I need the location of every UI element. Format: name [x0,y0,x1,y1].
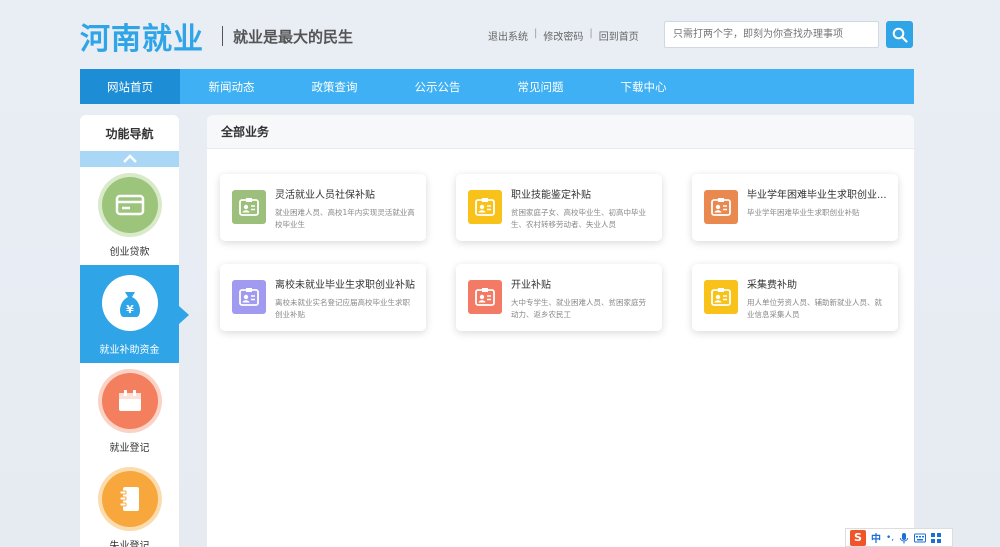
sidebar-title: 功能导航 [105,126,154,141]
chevron-up-icon [122,154,137,163]
service-card[interactable]: 灵活就业人员社保补贴 就业困难人员、高校1年内实现灵活就业高校毕业生 [220,174,426,241]
nav-announcements[interactable]: 公示公告 [386,69,489,104]
id-card-icon [232,190,266,224]
sidebar-item-employment-registration[interactable]: 就业登记 [80,363,179,461]
ime-toolbar[interactable]: S 中 •, [845,528,953,547]
main-title: 全部业务 [207,115,914,149]
card-description: 大中专学生、就业困难人员、贫困家庭劳动力、返乡农民工 [511,298,646,319]
main-navbar: 网站首页 新闻动态 政策查询 公示公告 常见问题 下载中心 [80,69,914,104]
sidebar-item-startup-loan[interactable]: 创业贷款 [80,167,179,265]
id-card-icon [468,190,502,224]
card-title: 离校未就业毕业生求职创业补贴 [275,280,415,291]
link-separator: | [534,28,538,39]
card-title: 灵活就业人员社保补贴 [275,190,375,201]
card-title: 开业补贴 [511,280,551,291]
sidebar-scroll-up-button[interactable] [80,151,179,167]
change-password-link[interactable]: 修改密码 [543,28,583,43]
id-card-icon [232,280,266,314]
keyboard-icon[interactable] [914,533,927,543]
card-title: 职业技能鉴定补贴 [511,190,591,201]
ime-mode-toggle[interactable]: 中 [871,530,881,545]
sidebar-item-unemployment-registration[interactable]: 失业登记 [80,461,179,547]
card-description: 离校未就业实名登记应届高校毕业生求职创业补贴 [275,298,410,319]
card-description: 贫困家庭子女、高校毕业生、初高中毕业生、农村转移劳动者、失业人员 [511,208,646,229]
nav-news[interactable]: 新闻动态 [180,69,283,104]
search-button[interactable] [886,21,913,48]
microphone-icon[interactable] [899,532,909,544]
svg-text:¥: ¥ [126,303,134,316]
service-card[interactable]: 开业补贴 大中专学生、就业困难人员、贫困家庭劳动力、返乡农民工 [456,264,662,331]
card-title: 毕业学年困难毕业生求职创业... [747,190,887,201]
service-card[interactable]: 离校未就业毕业生求职创业补贴 离校未就业实名登记应届高校毕业生求职创业补贴 [220,264,426,331]
main-panel: 全部业务 灵活就业人员社保补贴 就业困难人员、高校1年内实现灵活就业高校毕业生 … [207,115,914,547]
service-card[interactable]: 毕业学年困难毕业生求职创业... 毕业学年困难毕业生求职创业补贴 [692,174,898,241]
back-home-link[interactable]: 回到首页 [599,28,639,43]
id-card-icon [704,190,738,224]
sidebar-item-label: 创业贷款 [109,247,150,258]
money-bag-icon: ¥ [101,275,158,331]
id-card-icon [468,280,502,314]
header: 河南就业 就业是最大的民生 退出系统 | 修改密码 | 回到首页 [0,0,1000,68]
top-links: 退出系统 | 修改密码 | 回到首页 [488,28,639,43]
card-title: 采集费补助 [747,280,797,291]
logout-link[interactable]: 退出系统 [488,28,528,43]
card-description: 用人单位劳资人员、辅助新就业人员、就业信息采集人员 [747,298,882,319]
sogou-logo-icon: S [850,529,866,546]
active-item-pointer [179,306,189,324]
site-logo[interactable]: 河南就业 [80,14,204,58]
card-icon [101,177,158,233]
id-card-icon [704,280,738,314]
calendar-icon [101,373,158,429]
nav-home[interactable]: 网站首页 [80,69,180,104]
service-card[interactable]: 职业技能鉴定补贴 贫困家庭子女、高校毕业生、初高中毕业生、农村转移劳动者、失业人… [456,174,662,241]
search-icon [892,27,908,43]
card-description: 就业困难人员、高校1年内实现灵活就业高校毕业生 [275,208,415,229]
logo-divider [222,26,223,46]
sidebar-item-employment-subsidy[interactable]: ¥ 就业补助资金 [80,265,179,363]
nav-downloads[interactable]: 下载中心 [592,69,695,104]
sidebar-item-label: 就业补助资金 [99,345,160,356]
card-description: 毕业学年困难毕业生求职创业补贴 [747,208,860,217]
site-slogan: 就业是最大的民生 [233,28,354,46]
link-separator: | [589,28,593,39]
function-sidebar: 功能导航 创业贷款 ¥ 就业补助资金 就业登记 失业登记 [80,115,179,547]
sidebar-item-label: 就业登记 [109,443,150,454]
nav-faq[interactable]: 常见问题 [489,69,592,104]
notebook-icon [101,471,158,527]
grid-menu-icon[interactable] [931,532,942,543]
service-card[interactable]: 采集费补助 用人单位劳资人员、辅助新就业人员、就业信息采集人员 [692,264,898,331]
search-input[interactable] [664,21,879,48]
sidebar-item-label: 失业登记 [109,541,150,547]
ime-punctuation-toggle[interactable]: •, [886,533,894,543]
nav-policy[interactable]: 政策查询 [283,69,386,104]
